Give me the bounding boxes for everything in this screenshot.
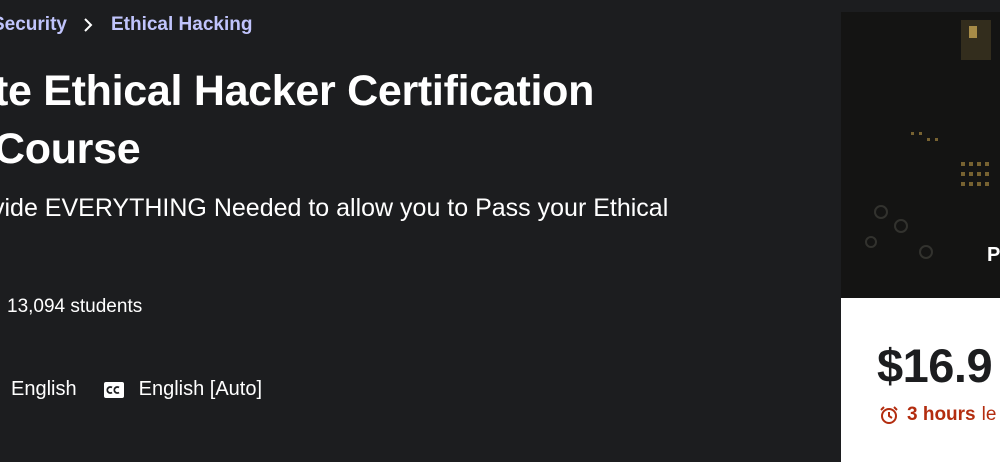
purchase-sidebar: P $16.9 3 hours le xyxy=(841,12,1000,462)
breadcrumb-item-ethical-hacking[interactable]: Ethical Hacking xyxy=(111,14,253,36)
preview-label: P xyxy=(987,244,1000,266)
page-title-line-2: Course xyxy=(0,125,141,173)
students-count: 13,094 students xyxy=(7,296,143,317)
discount-timer: 3 hours le xyxy=(879,404,996,426)
preview-thumbnail-graphic xyxy=(841,12,1000,298)
page-title-line-1: te Ethical Hacker Certification xyxy=(0,67,595,115)
course-preview-video[interactable]: P xyxy=(841,12,1000,298)
chevron-right-icon xyxy=(83,18,93,32)
page-title: te Ethical Hacker Certification Course xyxy=(0,62,794,178)
closed-captions-icon xyxy=(103,381,125,399)
breadcrumb-item-security[interactable]: Security xyxy=(0,14,67,36)
timer-hours: 3 hours xyxy=(907,404,976,425)
course-languages: English English [Auto] xyxy=(11,378,262,401)
timer-text: le xyxy=(981,404,997,425)
breadcrumb: Security Ethical Hacking xyxy=(0,14,252,36)
course-price: $16.9 xyxy=(877,339,993,392)
captions-label: English [Auto] xyxy=(138,378,263,400)
language-label: English xyxy=(11,378,77,400)
course-subtitle: vide EVERYTHING Needed to allow you to P… xyxy=(0,194,669,222)
alarm-clock-icon xyxy=(880,406,898,424)
